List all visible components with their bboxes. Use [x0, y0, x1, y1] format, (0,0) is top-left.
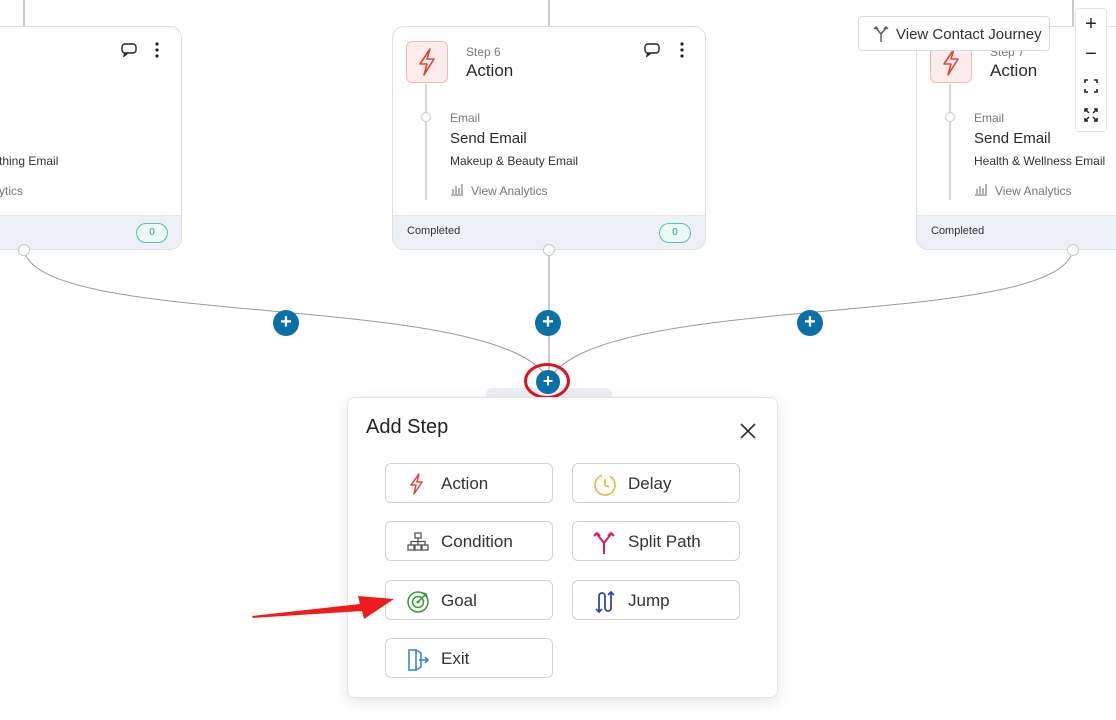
analytics-icon	[450, 182, 464, 201]
dialog-title: Add Step	[366, 416, 449, 438]
option-delay[interactable]: Delay	[572, 463, 740, 503]
channel-label: Email	[450, 111, 481, 125]
option-split-path[interactable]: Split Path	[572, 521, 740, 561]
email-name: thing Email	[0, 154, 59, 168]
timeline-dot	[421, 112, 431, 122]
view-analytics-link[interactable]: View Analytics	[995, 184, 1071, 198]
view-analytics-link[interactable]: ytics	[0, 184, 23, 198]
annotation-arrow	[252, 596, 394, 619]
analytics-icon	[974, 182, 988, 201]
connector-handle[interactable]	[18, 244, 30, 256]
fit-view-icon	[1084, 79, 1098, 93]
target-icon	[407, 591, 429, 613]
hierarchy-icon	[407, 532, 429, 551]
flow-card-step-5[interactable]: thing Email ytics 0	[0, 26, 182, 250]
zoom-in-button[interactable]: +	[1076, 10, 1106, 40]
jump-icon	[595, 590, 615, 614]
fullscreen-icon	[1084, 108, 1098, 122]
timeline-dot	[945, 112, 955, 122]
more-options-icon[interactable]	[155, 42, 159, 63]
action-name: Send Email	[450, 130, 527, 147]
lightning-icon	[419, 48, 435, 76]
add-step-button-right[interactable]: +	[797, 310, 823, 336]
add-step-dialog: Add Step Action Delay Condition Split Pa…	[347, 397, 778, 698]
email-name: Makeup & Beauty Email	[450, 154, 579, 168]
timeline	[949, 84, 951, 200]
view-analytics-link[interactable]: View Analytics	[471, 184, 547, 198]
flow-card-step-6[interactable]: Step 6 Action Email Send Email Makeup & …	[392, 26, 706, 250]
option-label: Condition	[441, 532, 513, 551]
zoom-controls: + −	[1075, 8, 1107, 132]
count-badge: 0	[659, 223, 691, 243]
comment-icon[interactable]	[644, 43, 660, 62]
more-options-icon[interactable]	[680, 42, 684, 63]
view-contact-journey-button[interactable]: View Contact Journey	[858, 16, 1050, 51]
option-jump[interactable]: Jump	[572, 580, 740, 620]
option-label: Jump	[628, 591, 670, 610]
view-contact-journey-label: View Contact Journey	[896, 26, 1042, 43]
step-title: Action	[466, 61, 514, 80]
split-icon	[873, 26, 889, 42]
timeline	[425, 84, 427, 200]
option-exit[interactable]: Exit	[385, 638, 553, 678]
step-label: Step 6	[466, 45, 501, 59]
option-goal[interactable]: Goal	[385, 580, 553, 620]
option-label: Exit	[441, 649, 470, 668]
comment-icon[interactable]	[121, 43, 137, 62]
close-icon[interactable]	[740, 423, 756, 444]
add-step-button-center[interactable]: +	[535, 310, 561, 336]
split-icon	[593, 531, 615, 554]
clock-icon	[594, 474, 616, 496]
add-step-button-left[interactable]: +	[273, 310, 299, 336]
count-badge: 0	[136, 223, 168, 243]
option-condition[interactable]: Condition	[385, 521, 553, 561]
action-name: Send Email	[974, 130, 1051, 147]
fit-view-button[interactable]	[1076, 71, 1106, 101]
action-tile	[406, 41, 448, 83]
zoom-out-button[interactable]: −	[1076, 40, 1106, 70]
option-label: Goal	[441, 591, 477, 610]
add-step-button-merge[interactable]: +	[536, 370, 560, 394]
status-label: Completed	[931, 225, 985, 237]
option-label: Split Path	[628, 532, 701, 551]
status-label: Completed	[407, 225, 461, 237]
connector-handle[interactable]	[1067, 244, 1079, 256]
option-label: Action	[441, 474, 489, 493]
fullscreen-button[interactable]	[1076, 101, 1106, 131]
option-action[interactable]: Action	[385, 463, 553, 503]
email-name: Health & Wellness Email	[974, 154, 1106, 168]
connector-handle[interactable]	[543, 244, 555, 256]
option-label: Delay	[628, 474, 672, 493]
exit-icon	[408, 649, 430, 671]
step-title: Action	[990, 61, 1038, 80]
card-footer: Completed	[917, 215, 1116, 249]
channel-label: Email	[974, 111, 1005, 125]
lightning-icon	[410, 473, 423, 495]
